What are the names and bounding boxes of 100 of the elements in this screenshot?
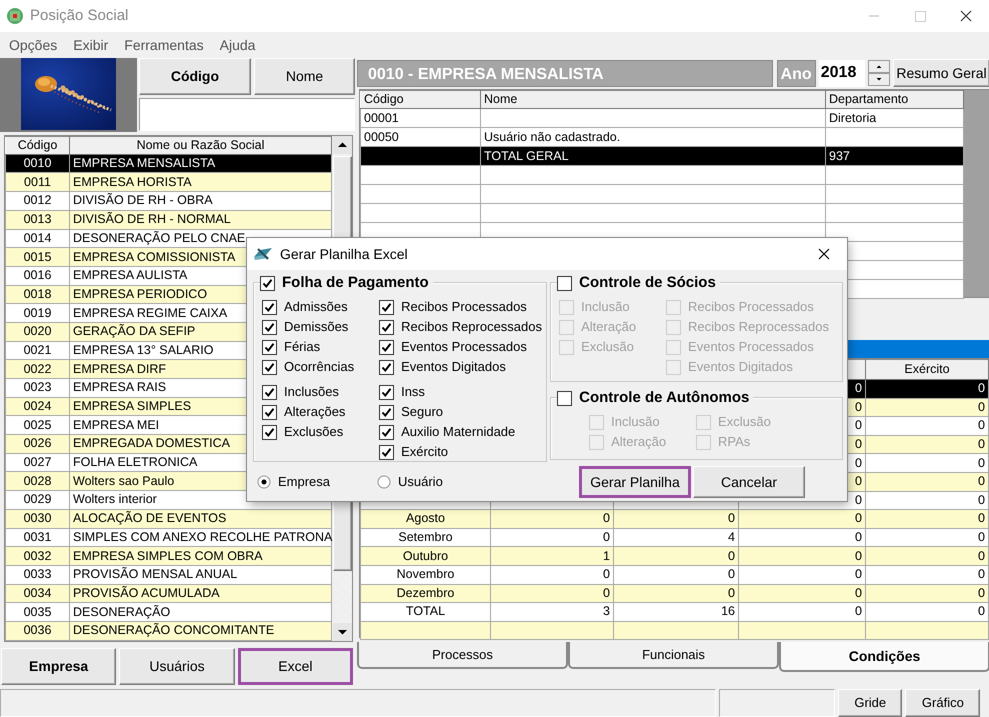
checkbox-icon[interactable] xyxy=(379,320,394,334)
table-cell: 0019 xyxy=(6,304,70,322)
view-button[interactable]: Gráfico xyxy=(905,689,980,717)
search-field[interactable] xyxy=(139,98,355,131)
checkbox[interactable]: Inss xyxy=(379,382,542,402)
tab-button[interactable]: Empresa xyxy=(1,648,116,685)
tab-button[interactable]: Excel xyxy=(238,648,353,685)
table-cell: Outubro xyxy=(360,546,490,566)
table-cell: 0 xyxy=(866,380,988,398)
table-cell: 0035 xyxy=(6,602,70,622)
dialog-button[interactable]: Gerar Planilha xyxy=(579,466,691,498)
checkbox: Exclusão xyxy=(559,337,636,357)
checkbox-icon[interactable] xyxy=(262,404,277,420)
radio-icon[interactable] xyxy=(257,475,271,489)
table-cell: 0033 xyxy=(6,565,70,584)
tab[interactable]: Processos xyxy=(357,642,568,669)
tab[interactable]: Condições xyxy=(779,642,989,672)
tab-button[interactable]: Usuários xyxy=(119,648,235,685)
column-header[interactable]: Código xyxy=(360,90,480,108)
table-cell: 0 xyxy=(866,472,988,492)
checkbox: Recibos Reprocessados xyxy=(666,317,829,337)
table-cell: 0 xyxy=(866,416,988,436)
table-cell: DESONERAÇÃO xyxy=(70,602,332,622)
table-cell: 0 xyxy=(866,454,988,472)
view-button[interactable]: Gride xyxy=(838,689,902,717)
checkbox: Inclusão xyxy=(559,297,636,317)
checkbox-icon[interactable] xyxy=(260,276,275,290)
checkbox-icon[interactable] xyxy=(379,404,394,420)
company-title: 0010 - EMPRESA MENSALISTA xyxy=(357,60,774,86)
table-cell: 0036 xyxy=(6,621,70,640)
app-icon xyxy=(252,245,274,263)
app-icon xyxy=(6,7,24,25)
table-cell: DESONERAÇÃO CONCOMITANTE xyxy=(70,621,332,640)
checkbox[interactable]: Recibos Reprocessados xyxy=(379,317,542,337)
checkbox[interactable]: Eventos Digitados xyxy=(379,357,542,377)
tab[interactable]: Funcionais xyxy=(568,642,779,669)
scrollbar[interactable] xyxy=(964,90,989,297)
checkbox[interactable]: Eventos Processados xyxy=(379,337,542,357)
sort-button[interactable]: Código xyxy=(139,58,251,95)
checkbox: Eventos Digitados xyxy=(666,357,829,377)
menu-item[interactable]: Ajuda xyxy=(220,36,256,54)
column-header[interactable]: Nome xyxy=(480,90,826,108)
checkbox-icon[interactable] xyxy=(379,340,394,354)
checkbox-icon[interactable] xyxy=(262,360,277,374)
table-cell: 0032 xyxy=(6,546,70,566)
table-cell: 0 xyxy=(614,546,738,566)
dialog-button[interactable]: Cancelar xyxy=(693,466,805,498)
table-cell: 0 xyxy=(738,565,866,584)
table-cell: 3 xyxy=(490,602,614,622)
radio-button[interactable]: Usuário xyxy=(377,472,577,492)
scroll-up-icon[interactable] xyxy=(333,136,352,154)
column-header[interactable]: Exército xyxy=(866,360,988,380)
table-cell: 0023 xyxy=(6,378,70,398)
checkbox-icon[interactable] xyxy=(379,444,394,460)
table-cell: 0 xyxy=(490,565,614,584)
table-cell: 0 xyxy=(738,510,866,528)
radio-icon[interactable] xyxy=(377,475,391,489)
year-field[interactable]: 2018 xyxy=(818,60,865,86)
checkbox: Inclusão xyxy=(589,412,666,432)
table-cell: 0 xyxy=(614,510,738,528)
table-cell: 0 xyxy=(738,602,866,622)
spin-buttons[interactable] xyxy=(868,60,890,86)
checkbox[interactable]: Auxilio Maternidade xyxy=(379,422,542,442)
checkbox-icon[interactable] xyxy=(262,340,277,354)
column-header[interactable]: Nome ou Razão Social xyxy=(70,136,332,154)
checkbox[interactable]: Controle de Sócios xyxy=(557,273,720,293)
table-cell: 0 xyxy=(738,546,866,566)
table-cell: 0016 xyxy=(6,266,70,286)
table-cell: 0 xyxy=(866,565,988,584)
sort-button[interactable]: Nome xyxy=(254,58,356,95)
column-header[interactable]: Departamento xyxy=(826,90,964,108)
checkbox[interactable]: Controle de Autônomos xyxy=(557,388,754,408)
column-header[interactable]: Código xyxy=(6,136,70,154)
checkbox-icon[interactable] xyxy=(379,360,394,374)
checkbox-icon[interactable] xyxy=(262,424,277,440)
table-cell: 0026 xyxy=(6,434,70,454)
menu-item[interactable]: Ferramentas xyxy=(124,36,204,54)
checkbox[interactable]: Folha de Pagamento xyxy=(260,273,433,293)
checkbox-icon[interactable] xyxy=(379,384,394,400)
summary-button[interactable]: Resumo Geral xyxy=(893,59,989,87)
checkbox: Recibos Processados xyxy=(666,297,829,317)
table-cell: Novembro xyxy=(360,565,490,584)
checkbox-icon[interactable] xyxy=(379,424,394,440)
table-cell: 16 xyxy=(614,602,738,622)
checkbox-icon[interactable] xyxy=(262,300,277,314)
menu-item[interactable]: Exibir xyxy=(73,36,108,54)
checkbox: Alteração xyxy=(589,432,666,452)
menu-item[interactable]: Opções xyxy=(9,36,58,54)
table-cell: 0 xyxy=(490,510,614,528)
checkbox[interactable]: Recibos Processados xyxy=(379,297,542,317)
checkbox-icon[interactable] xyxy=(379,300,394,314)
checkbox-icon[interactable] xyxy=(262,320,277,334)
scroll-down-icon[interactable] xyxy=(333,622,352,641)
checkbox-icon[interactable] xyxy=(557,390,572,406)
checkbox[interactable]: Seguro xyxy=(379,402,542,422)
table-cell: EMPRESA SIMPLES COM OBRA xyxy=(70,546,332,566)
checkbox-icon[interactable] xyxy=(557,276,572,290)
table-cell: DIVISÃO DE RH - OBRA xyxy=(70,192,332,210)
checkbox-icon[interactable] xyxy=(262,384,277,400)
checkbox[interactable]: Exército xyxy=(379,442,542,462)
